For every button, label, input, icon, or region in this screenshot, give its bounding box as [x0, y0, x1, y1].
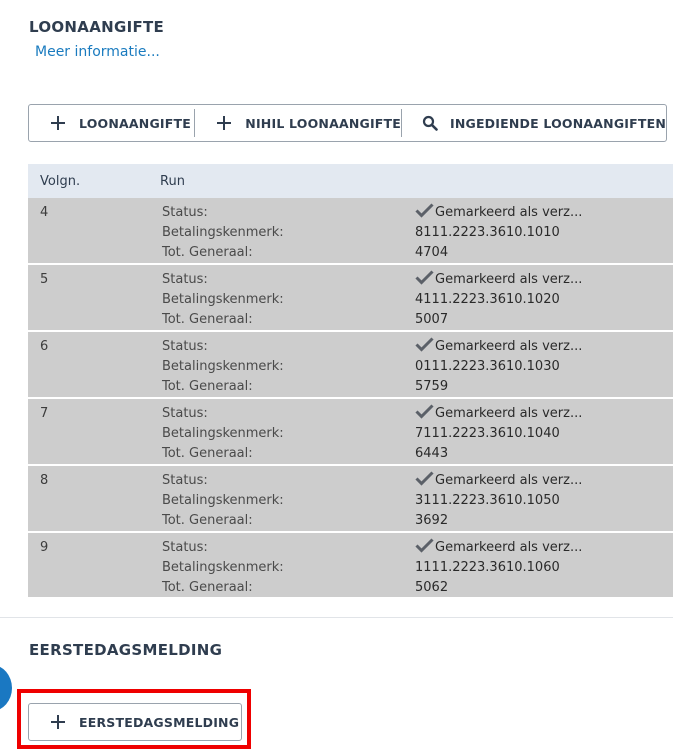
- totaal-label: Tot. Generaal:: [162, 513, 253, 528]
- totaal-value: 5062: [415, 580, 449, 595]
- check-icon: [415, 538, 434, 553]
- totaal-value: 4704: [415, 245, 449, 260]
- row-field-values: Gemarkeerd als verz... 7111.2223.3610.104…: [415, 404, 582, 464]
- betalingskenmerk-label: Betalingskenmerk:: [162, 493, 284, 508]
- status-value: Gemarkeerd als verz...: [415, 404, 582, 424]
- status-value: Gemarkeerd als verz...: [415, 203, 582, 223]
- ingediende-loonaangiften-button[interactable]: INGEDIENDE LOONAANGIFTEN: [402, 105, 666, 141]
- status-value: Gemarkeerd als verz...: [415, 471, 582, 491]
- table-header: Volgn. Run: [28, 164, 673, 198]
- status-value: Gemarkeerd als verz...: [415, 337, 582, 357]
- check-icon: [415, 337, 434, 352]
- status-label: Status:: [162, 473, 208, 488]
- totaal-label: Tot. Generaal:: [162, 379, 253, 394]
- betalingskenmerk-label: Betalingskenmerk:: [162, 426, 284, 441]
- row-volgn: 7: [40, 406, 49, 421]
- betalingskenmerk-value: 7111.2223.3610.1040: [415, 426, 560, 441]
- betalingskenmerk-value: 3111.2223.3610.1050: [415, 493, 560, 508]
- row-volgn: 8: [40, 473, 49, 488]
- add-loonaangifte-button[interactable]: LOONAANGIFTE: [29, 105, 194, 141]
- totaal-label: Tot. Generaal:: [162, 580, 253, 595]
- check-icon: [415, 203, 434, 218]
- totaal-value: 3692: [415, 513, 449, 528]
- table-row[interactable]: 6 Status: Betalingskenmerk: Tot. Generaal: G…: [28, 332, 673, 399]
- status-text: Gemarkeerd als verz...: [435, 272, 583, 287]
- row-field-labels: Status: Betalingskenmerk: Tot. Generaal:: [162, 337, 284, 397]
- search-icon: [422, 115, 438, 131]
- row-volgn: 6: [40, 339, 49, 354]
- status-label: Status:: [162, 339, 208, 354]
- status-text: Gemarkeerd als verz...: [435, 205, 583, 220]
- row-field-values: Gemarkeerd als verz... 1111.2223.3610.106…: [415, 538, 582, 598]
- table-row[interactable]: 4 Status: Betalingskenmerk: Tot. Generaal: G…: [28, 198, 673, 265]
- add-eerstedagsmelding-button[interactable]: EERSTEDAGSMELDING: [28, 703, 242, 741]
- check-icon: [415, 404, 434, 419]
- row-volgn: 4: [40, 205, 49, 220]
- section-title-loonaangifte: LOONAANGIFTE: [29, 18, 165, 36]
- check-icon: [415, 270, 434, 285]
- status-value: Gemarkeerd als verz...: [415, 538, 582, 558]
- section-title-eerstedagsmelding: EERSTEDAGSMELDING: [29, 641, 223, 659]
- table-row[interactable]: 8 Status: Betalingskenmerk: Tot. Generaal: G…: [28, 466, 673, 533]
- table-row[interactable]: 7 Status: Betalingskenmerk: Tot. Generaal: G…: [28, 399, 673, 466]
- row-volgn: 5: [40, 272, 49, 287]
- section-divider: [0, 617, 673, 618]
- totaal-label: Tot. Generaal:: [162, 245, 253, 260]
- row-volgn: 9: [40, 540, 49, 555]
- totaal-value: 6443: [415, 446, 449, 461]
- status-text: Gemarkeerd als verz...: [435, 540, 583, 555]
- table-row[interactable]: 9 Status: Betalingskenmerk: Tot. Generaal: G…: [28, 533, 673, 597]
- more-info-link[interactable]: Meer informatie...: [35, 44, 160, 60]
- status-label: Status:: [162, 406, 208, 421]
- betalingskenmerk-value: 0111.2223.3610.1030: [415, 359, 560, 374]
- check-icon: [415, 471, 434, 486]
- betalingskenmerk-label: Betalingskenmerk:: [162, 292, 284, 307]
- row-field-labels: Status: Betalingskenmerk: Tot. Generaal:: [162, 203, 284, 263]
- betalingskenmerk-label: Betalingskenmerk:: [162, 560, 284, 575]
- loonaangifte-table: Volgn. Run 4 Status: Betalingskenmerk: Tot.…: [28, 164, 673, 597]
- totaal-value: 5007: [415, 312, 449, 327]
- betalingskenmerk-label: Betalingskenmerk:: [162, 225, 284, 240]
- status-text: Gemarkeerd als verz...: [435, 473, 583, 488]
- loonaangifte-toolbar: LOONAANGIFTE NIHIL LOONAANGIFTE INGEDIEN…: [28, 104, 667, 142]
- betalingskenmerk-value: 4111.2223.3610.1020: [415, 292, 560, 307]
- totaal-value: 5759: [415, 379, 449, 394]
- status-label: Status:: [162, 205, 208, 220]
- status-value: Gemarkeerd als verz...: [415, 270, 582, 290]
- status-label: Status:: [162, 540, 208, 555]
- status-text: Gemarkeerd als verz...: [435, 339, 583, 354]
- add-eerstedagsmelding-label: EERSTEDAGSMELDING: [79, 714, 240, 730]
- add-loonaangifte-label: LOONAANGIFTE: [79, 115, 191, 131]
- column-header-volgn: Volgn.: [40, 173, 81, 189]
- row-field-values: Gemarkeerd als verz... 4111.2223.3610.102…: [415, 270, 582, 330]
- plus-icon: [51, 116, 65, 130]
- totaal-label: Tot. Generaal:: [162, 446, 253, 461]
- totaal-label: Tot. Generaal:: [162, 312, 253, 327]
- row-field-values: Gemarkeerd als verz... 0111.2223.3610.103…: [415, 337, 582, 397]
- status-text: Gemarkeerd als verz...: [435, 406, 583, 421]
- column-header-run: Run: [160, 173, 185, 189]
- row-field-labels: Status: Betalingskenmerk: Tot. Generaal:: [162, 404, 284, 464]
- betalingskenmerk-label: Betalingskenmerk:: [162, 359, 284, 374]
- help-indicator[interactable]: [0, 665, 12, 711]
- row-field-labels: Status: Betalingskenmerk: Tot. Generaal:: [162, 471, 284, 531]
- row-field-labels: Status: Betalingskenmerk: Tot. Generaal:: [162, 538, 284, 598]
- plus-icon: [51, 715, 65, 729]
- row-field-values: Gemarkeerd als verz... 3111.2223.3610.105…: [415, 471, 582, 531]
- plus-icon: [217, 116, 232, 130]
- betalingskenmerk-value: 8111.2223.3610.1010: [415, 225, 560, 240]
- row-field-values: Gemarkeerd als verz... 8111.2223.3610.101…: [415, 203, 582, 263]
- table-row[interactable]: 5 Status: Betalingskenmerk: Tot. Generaal: G…: [28, 265, 673, 332]
- betalingskenmerk-value: 1111.2223.3610.1060: [415, 560, 560, 575]
- add-nihil-loonaangifte-label: NIHIL LOONAANGIFTE: [245, 115, 401, 131]
- status-label: Status:: [162, 272, 208, 287]
- add-nihil-loonaangifte-button[interactable]: NIHIL LOONAANGIFTE: [195, 105, 401, 141]
- ingediende-loonaangiften-label: INGEDIENDE LOONAANGIFTEN: [449, 115, 666, 131]
- row-field-labels: Status: Betalingskenmerk: Tot. Generaal:: [162, 270, 284, 330]
